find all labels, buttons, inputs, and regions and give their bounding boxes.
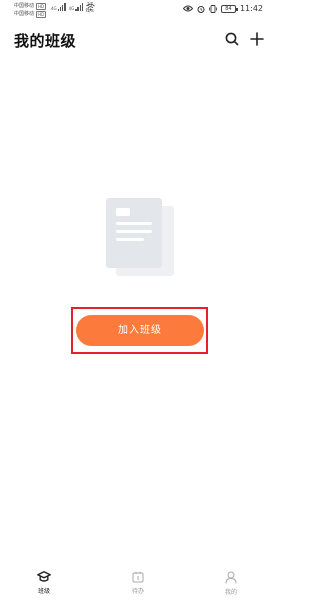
join-class-button[interactable]: 加入班级 xyxy=(76,315,204,346)
page-title: 我的班级 xyxy=(14,32,77,50)
network-speed-unit: B/s xyxy=(86,8,94,14)
status-bar: 中国移动 HD 中国移动 HD 4G 4G 27 B/s 84 11:42 xyxy=(0,0,277,22)
status-right: 84 11:42 xyxy=(182,4,263,13)
nav-label-todo: 待办 xyxy=(131,588,144,595)
alarm-icon xyxy=(197,5,205,13)
network-type-2: 4G xyxy=(68,6,75,11)
nav-item-mine[interactable]: 我的 xyxy=(211,571,251,596)
signal-strength-1-icon xyxy=(57,3,66,11)
carrier-info: 中国移动 HD 中国移动 HD xyxy=(14,2,47,18)
carrier-2-hd-badge: HD xyxy=(36,10,47,18)
network-type-1: 4G xyxy=(51,6,57,11)
signal-strength-2-icon xyxy=(75,3,84,11)
carrier-1-label: 中国移动 xyxy=(14,3,35,9)
app-header: 我的班级 xyxy=(0,24,277,54)
clock-time: 11:42 xyxy=(239,4,263,13)
graduation-cap-icon xyxy=(37,571,51,582)
vibrate-icon xyxy=(209,4,217,13)
nav-label-classes: 班级 xyxy=(37,588,50,595)
nav-label-mine: 我的 xyxy=(224,589,237,596)
document-icon xyxy=(106,198,174,276)
bottom-nav: 班级 待办 我的 xyxy=(0,566,277,600)
battery-icon: 84 xyxy=(220,4,238,13)
nav-item-classes[interactable]: 班级 xyxy=(24,571,64,595)
todo-calendar-icon xyxy=(132,571,144,583)
nav-item-todo[interactable]: 待办 xyxy=(118,571,158,595)
network-speed: 27 B/s xyxy=(86,2,94,14)
carrier-2-label: 中国移动 xyxy=(14,11,35,17)
plus-icon[interactable] xyxy=(250,32,264,46)
eye-icon xyxy=(182,5,193,12)
person-icon xyxy=(225,571,237,584)
carrier-1-hd-badge: HD xyxy=(36,2,47,10)
search-icon[interactable] xyxy=(225,32,239,46)
